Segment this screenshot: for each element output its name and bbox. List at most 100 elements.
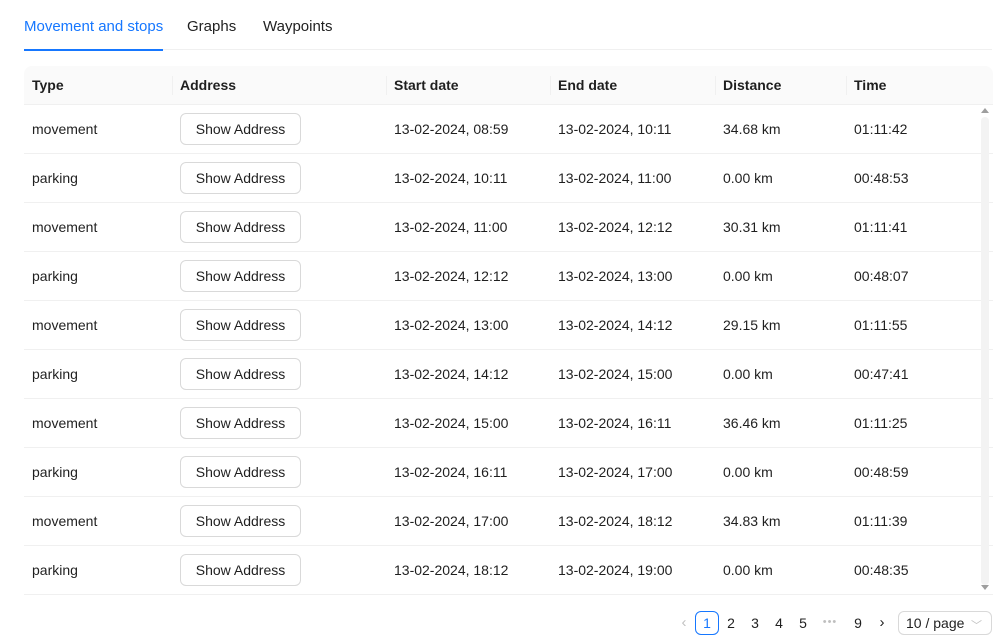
show-address-button[interactable]: Show Address: [180, 456, 301, 488]
cell-time: 00:48:59: [854, 464, 909, 480]
cell-end-date: 13-02-2024, 17:00: [558, 464, 673, 480]
table-row: movement Show Address 13-02-2024, 13:00 13-…: [24, 301, 993, 350]
cell-distance: 0.00 km: [723, 170, 773, 186]
cell-type: movement: [32, 415, 98, 431]
cell-time: 01:11:42: [854, 121, 908, 137]
table-row: parking Show Address 13-02-2024, 14:12 13-0…: [24, 350, 993, 399]
cell-distance: 30.31 km: [723, 219, 781, 235]
cell-time: 00:47:41: [854, 366, 909, 382]
chevron-left-icon[interactable]: ‹: [672, 611, 696, 635]
page-1[interactable]: 1: [695, 611, 719, 635]
cell-type: parking: [32, 464, 78, 480]
cell-start-date: 13-02-2024, 14:12: [394, 366, 509, 382]
table-row: movement Show Address 13-02-2024, 17:00 13-…: [24, 497, 993, 546]
cell-start-date: 13-02-2024, 16:11: [394, 464, 508, 480]
cell-time: 01:11:41: [854, 219, 908, 235]
table-row: parking Show Address 13-02-2024, 12:12 13-0…: [24, 252, 993, 301]
cell-time: 01:11:39: [854, 513, 908, 529]
cell-time: 00:48:35: [854, 562, 909, 578]
tab-waypoints[interactable]: Waypoints: [263, 18, 332, 50]
show-address-button[interactable]: Show Address: [180, 358, 301, 390]
column-header-end-date: End date: [550, 66, 617, 105]
cell-distance: 0.00 km: [723, 268, 773, 284]
column-header-start-date: Start date: [386, 66, 459, 105]
scroll-thumb[interactable]: [981, 117, 989, 585]
show-address-button[interactable]: Show Address: [180, 211, 301, 243]
cell-distance: 0.00 km: [723, 366, 773, 382]
cell-start-date: 13-02-2024, 17:00: [394, 513, 509, 529]
cell-end-date: 13-02-2024, 19:00: [558, 562, 673, 578]
cell-distance: 0.00 km: [723, 464, 773, 480]
movement-table: Type Address Start date End date Distanc…: [24, 66, 993, 595]
show-address-button[interactable]: Show Address: [180, 505, 301, 537]
page-4[interactable]: 4: [767, 611, 791, 635]
cell-time: 01:11:25: [854, 415, 908, 431]
chevron-right-icon[interactable]: ›: [870, 611, 894, 635]
show-address-button[interactable]: Show Address: [180, 407, 301, 439]
tab-label: Movement and stops: [24, 18, 164, 35]
cell-end-date: 13-02-2024, 13:00: [558, 268, 673, 284]
column-header-distance: Distance: [715, 66, 781, 105]
cell-distance: 0.00 km: [723, 562, 773, 578]
tab-movement-and-stops[interactable]: Movement and stops: [24, 18, 164, 51]
column-header-type: Type: [32, 77, 64, 93]
cell-distance: 36.46 km: [723, 415, 781, 431]
table-scrollbar[interactable]: [978, 105, 992, 595]
chevron-down-icon: ﹀: [971, 620, 982, 632]
cell-distance: 34.68 km: [723, 121, 781, 137]
scroll-down-icon[interactable]: [981, 585, 989, 590]
cell-end-date: 13-02-2024, 11:00: [558, 170, 672, 186]
page-5[interactable]: 5: [791, 611, 815, 635]
cell-time: 00:48:53: [854, 170, 909, 186]
cell-start-date: 13-02-2024, 12:12: [394, 268, 509, 284]
cell-start-date: 13-02-2024, 15:00: [394, 415, 509, 431]
show-address-button[interactable]: Show Address: [180, 162, 301, 194]
cell-type: movement: [32, 317, 98, 333]
cell-type: parking: [32, 366, 78, 382]
column-header-address: Address: [172, 66, 236, 105]
tab-bar: Movement and stops Graphs Waypoints: [24, 0, 992, 51]
page-size-select[interactable]: 10 / page ﹀: [898, 611, 992, 635]
cell-type: parking: [32, 268, 78, 284]
page-9[interactable]: 9: [846, 611, 870, 635]
page-2[interactable]: 2: [719, 611, 743, 635]
table-row: movement Show Address 13-02-2024, 11:00 13-…: [24, 203, 993, 252]
cell-end-date: 13-02-2024, 16:11: [558, 415, 672, 431]
jump-next-ellipsis[interactable]: •••: [818, 611, 842, 635]
cell-start-date: 13-02-2024, 11:00: [394, 219, 508, 235]
cell-end-date: 13-02-2024, 15:00: [558, 366, 673, 382]
tab-label: Waypoints: [263, 18, 333, 35]
table-row: movement Show Address 13-02-2024, 08:59 13-…: [24, 105, 993, 154]
cell-type: movement: [32, 219, 98, 235]
page-size-value: 10 / page: [906, 615, 965, 631]
page-3[interactable]: 3: [743, 611, 767, 635]
cell-type: parking: [32, 170, 78, 186]
tab-graphs[interactable]: Graphs: [187, 18, 236, 50]
cell-start-date: 13-02-2024, 08:59: [394, 121, 509, 137]
cell-end-date: 13-02-2024, 12:12: [558, 219, 673, 235]
cell-end-date: 13-02-2024, 18:12: [558, 513, 673, 529]
cell-time: 01:11:55: [854, 317, 908, 333]
column-header-time: Time: [846, 66, 886, 105]
cell-start-date: 13-02-2024, 10:11: [394, 170, 508, 186]
cell-type: movement: [32, 121, 98, 137]
table-row: parking Show Address 13-02-2024, 10:11 13-0…: [24, 154, 993, 203]
table-row: movement Show Address 13-02-2024, 15:00 13-…: [24, 399, 993, 448]
cell-start-date: 13-02-2024, 13:00: [394, 317, 509, 333]
cell-start-date: 13-02-2024, 18:12: [394, 562, 509, 578]
show-address-button[interactable]: Show Address: [180, 113, 301, 145]
cell-time: 00:48:07: [854, 268, 909, 284]
show-address-button[interactable]: Show Address: [180, 554, 301, 586]
cell-end-date: 13-02-2024, 10:11: [558, 121, 672, 137]
active-tab-indicator: [24, 49, 164, 51]
cell-type: parking: [32, 562, 78, 578]
cell-distance: 34.83 km: [723, 513, 781, 529]
show-address-button[interactable]: Show Address: [180, 309, 301, 341]
cell-distance: 29.15 km: [723, 317, 781, 333]
cell-type: movement: [32, 513, 98, 529]
table-header: Type Address Start date End date Distanc…: [24, 66, 993, 105]
show-address-button[interactable]: Show Address: [180, 260, 301, 292]
cell-end-date: 13-02-2024, 14:12: [558, 317, 673, 333]
scroll-up-icon[interactable]: [981, 108, 989, 113]
tab-label: Graphs: [187, 18, 237, 35]
